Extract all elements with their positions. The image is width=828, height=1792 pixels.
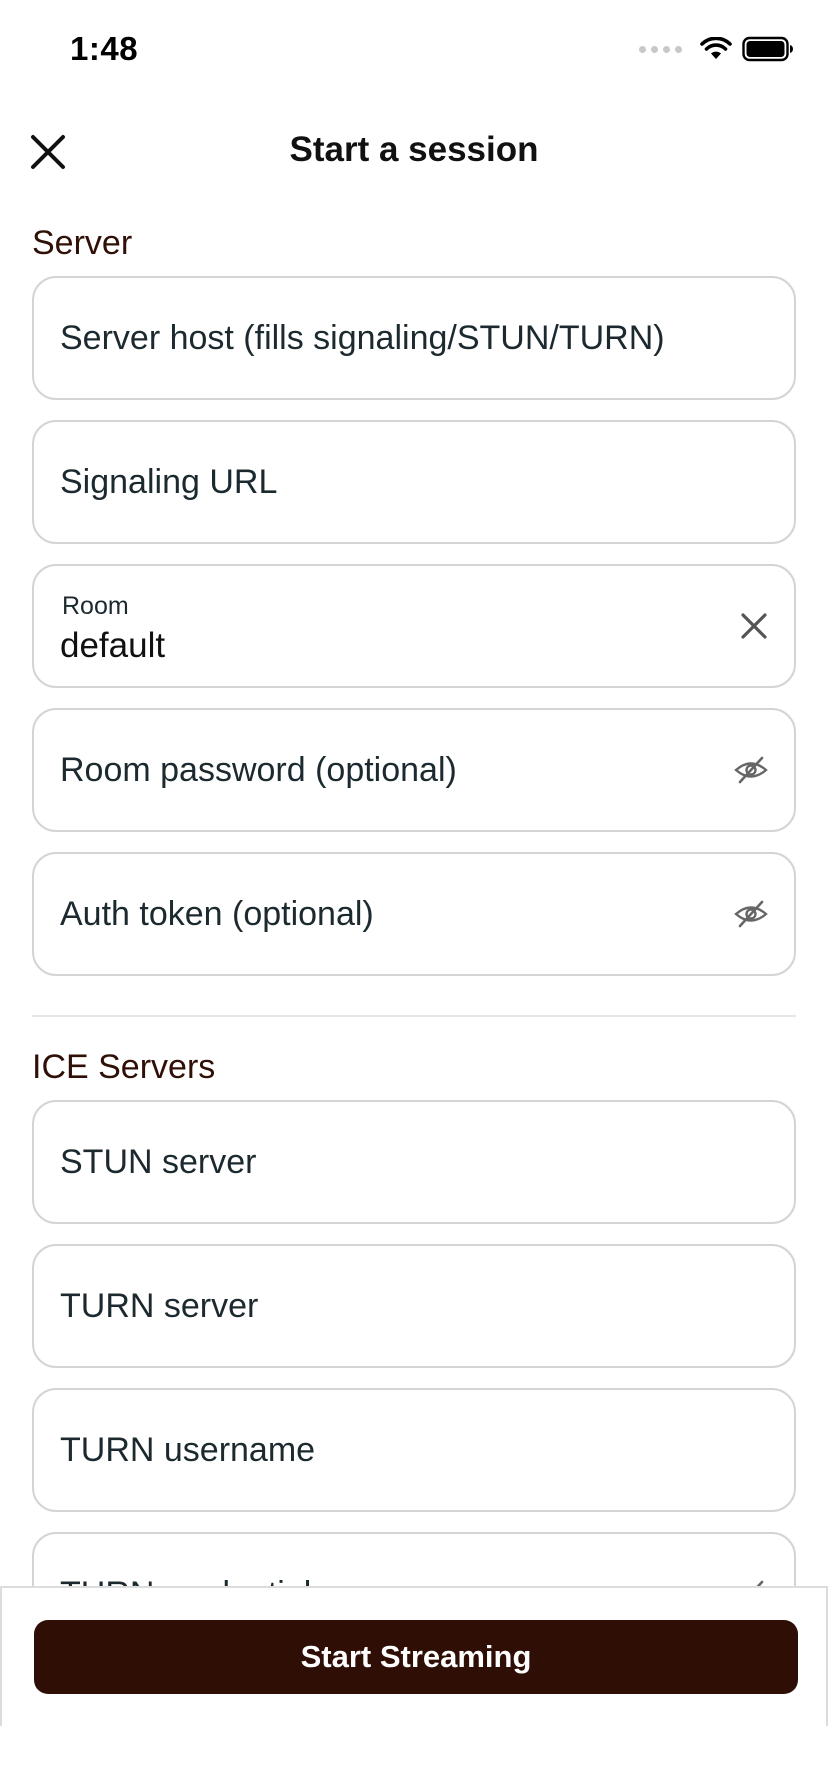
room-password-visibility-toggle[interactable] (734, 710, 768, 830)
room-password-placeholder: Room password (optional) (60, 750, 457, 789)
section-divider (32, 1015, 796, 1017)
start-streaming-button[interactable]: Start Streaming (34, 1620, 798, 1694)
eye-off-icon (734, 900, 768, 928)
signaling-url-placeholder: Signaling URL (60, 462, 278, 501)
server-host-field[interactable]: Server host (fills signaling/STUN/TURN) (32, 276, 796, 400)
status-bar: 1:48 (0, 0, 828, 100)
bottom-action-bar: Start Streaming (0, 1586, 828, 1726)
page-title: Start a session (289, 130, 539, 169)
status-time: 1:48 (70, 30, 139, 67)
cellular-signal-icon (639, 45, 682, 53)
battery-icon (742, 36, 793, 62)
turn-username-field[interactable]: TURN username (32, 1388, 796, 1512)
clear-icon (741, 613, 767, 639)
eye-off-icon (734, 756, 768, 784)
signaling-url-field[interactable]: Signaling URL (32, 420, 796, 544)
auth-token-field[interactable]: Auth token (optional) (32, 852, 796, 976)
section-label-server: Server (32, 224, 133, 262)
room-value: default (60, 626, 166, 665)
section-label-ice-servers: ICE Servers (32, 1048, 216, 1086)
server-host-placeholder: Server host (fills signaling/STUN/TURN) (60, 318, 665, 357)
auth-token-visibility-toggle[interactable] (734, 854, 768, 974)
room-field[interactable]: Room default (32, 564, 796, 688)
stun-server-field[interactable]: STUN server (32, 1100, 796, 1224)
room-password-field[interactable]: Room password (optional) (32, 708, 796, 832)
turn-server-placeholder: TURN server (60, 1286, 259, 1325)
stun-server-placeholder: STUN server (60, 1142, 257, 1181)
turn-server-field[interactable]: TURN server (32, 1244, 796, 1368)
nav-bar: Start a session (0, 108, 828, 192)
auth-token-placeholder: Auth token (optional) (60, 894, 374, 933)
wifi-icon (700, 37, 732, 59)
turn-username-placeholder: TURN username (60, 1430, 316, 1469)
room-clear-button[interactable] (740, 566, 768, 686)
room-label: Room (62, 592, 129, 620)
status-icons (639, 36, 794, 62)
